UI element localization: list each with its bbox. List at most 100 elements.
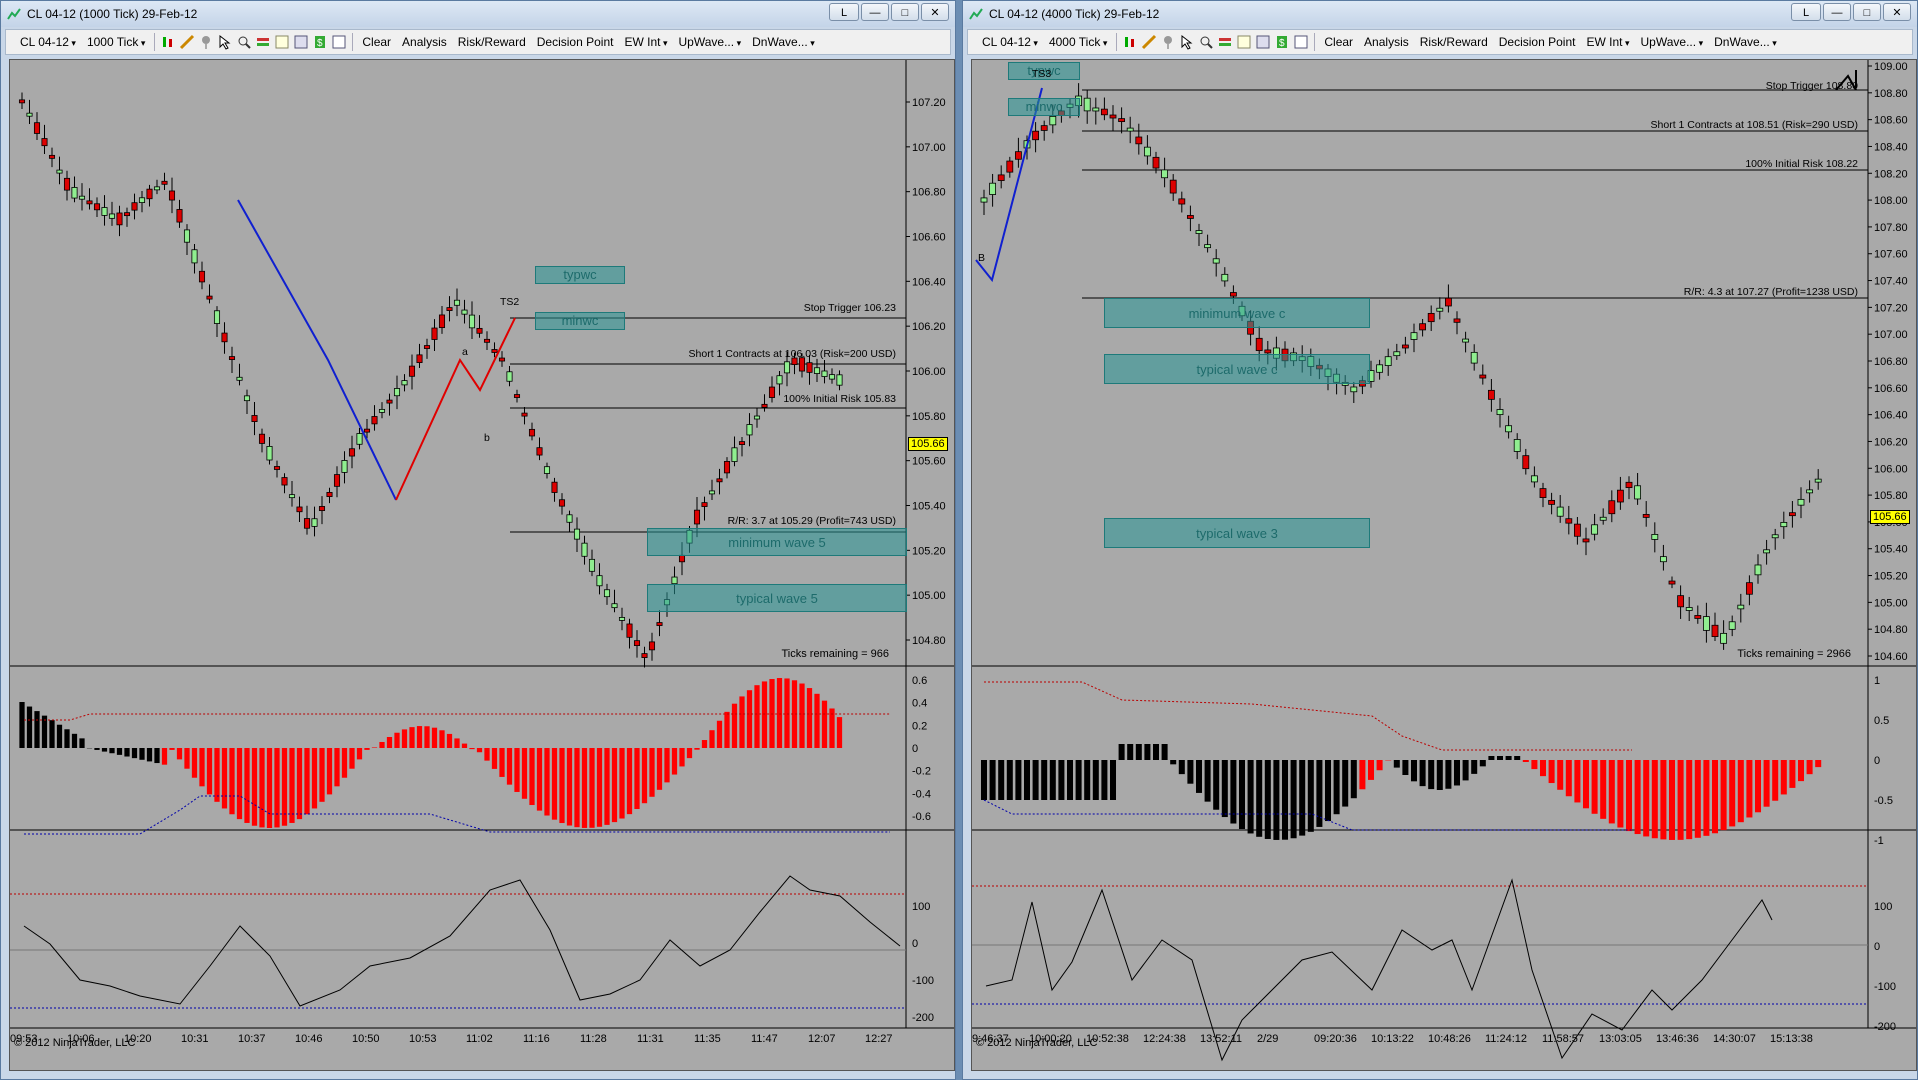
histogram-bar xyxy=(319,748,325,802)
left-chart-canvas[interactable]: 107.20 107.00 106.80 106.60 106.40 106.20 106.… xyxy=(10,60,955,1071)
ew-int-select[interactable]: EW Int xyxy=(1582,35,1633,49)
pin-icon[interactable] xyxy=(1160,34,1176,50)
maximize-icon[interactable]: □ xyxy=(1853,3,1881,21)
bar-style-icon[interactable] xyxy=(160,34,176,50)
minimize-icon[interactable]: — xyxy=(1823,3,1851,21)
osc2-tick-label: 100 xyxy=(912,901,930,913)
histogram-bar xyxy=(1109,760,1117,800)
histogram-bar xyxy=(1780,760,1787,795)
risk-reward-button[interactable]: Risk/Reward xyxy=(454,35,530,49)
histogram-bar xyxy=(184,748,190,769)
zoom-icon[interactable] xyxy=(1198,34,1214,50)
clear-button[interactable]: Clear xyxy=(358,35,395,49)
histogram-bar xyxy=(79,738,85,748)
drawing-tool-icon[interactable] xyxy=(179,34,195,50)
data-box-icon[interactable] xyxy=(1293,34,1309,50)
dollar-icon[interactable]: $ xyxy=(1274,34,1290,50)
period-select[interactable]: 1000 Tick xyxy=(83,35,149,49)
time-tick-label: 11:35 xyxy=(694,1033,721,1045)
candle xyxy=(1659,556,1667,563)
price-tick-label: 106.60 xyxy=(912,232,946,244)
decision-point-button[interactable]: Decision Point xyxy=(1495,35,1580,49)
minimize-icon[interactable]: — xyxy=(861,3,889,21)
clear-button[interactable]: Clear xyxy=(1320,35,1357,49)
instrument-select[interactable]: CL 04-12 xyxy=(16,35,80,49)
properties-icon[interactable] xyxy=(1255,34,1271,50)
close-icon[interactable]: ✕ xyxy=(921,3,949,21)
dnwave-select[interactable]: DnWave... xyxy=(1710,35,1781,49)
risk-reward-button[interactable]: Risk/Reward xyxy=(1416,35,1492,49)
analysis-button[interactable]: Analysis xyxy=(398,35,451,49)
histogram-bar xyxy=(998,760,1005,800)
candle xyxy=(378,408,386,413)
candle xyxy=(1556,506,1564,517)
indicators-icon[interactable] xyxy=(255,34,271,50)
strategies-icon[interactable] xyxy=(274,34,290,50)
histogram-bar xyxy=(1187,760,1194,784)
data-box-icon[interactable] xyxy=(331,34,347,50)
candle xyxy=(1548,499,1556,505)
price-tick-label: 108.20 xyxy=(1874,168,1908,180)
candle xyxy=(408,365,416,377)
candle xyxy=(566,514,573,523)
candle xyxy=(618,617,626,621)
properties-icon[interactable] xyxy=(293,34,309,50)
candle xyxy=(1100,108,1108,116)
left-titlebar[interactable]: CL 04-12 (1000 Tick) 29-Feb-12 L — □ ✕ xyxy=(1,1,955,27)
histogram-bar xyxy=(649,748,655,797)
histogram-bar xyxy=(671,748,678,775)
link-button[interactable]: L xyxy=(829,3,859,21)
histogram-bar xyxy=(1170,760,1177,765)
cursor-icon[interactable] xyxy=(217,34,233,50)
cursor-icon[interactable] xyxy=(1179,34,1195,50)
zoom-icon[interactable] xyxy=(236,34,252,50)
histogram-bar xyxy=(559,748,565,824)
right-titlebar[interactable]: CL 04-12 (4000 Tick) 29-Feb-12 L — □ ✕ xyxy=(963,1,1917,27)
candle xyxy=(206,295,213,300)
drawing-tool-icon[interactable] xyxy=(1141,34,1157,50)
dnwave-select[interactable]: DnWave... xyxy=(748,35,819,49)
histogram-bar xyxy=(469,748,475,750)
histogram-bar xyxy=(1711,760,1719,834)
upwave-select[interactable]: UpWave... xyxy=(1637,35,1708,49)
histogram-bar xyxy=(1694,760,1701,838)
pin-icon[interactable] xyxy=(198,34,214,50)
candle xyxy=(1178,198,1186,205)
candle xyxy=(980,197,988,203)
histogram-bar xyxy=(836,717,843,748)
close-icon[interactable]: ✕ xyxy=(1883,3,1911,21)
price-tick-label: 104.60 xyxy=(1874,651,1908,663)
strategies-icon[interactable] xyxy=(1236,34,1252,50)
histogram-bar xyxy=(716,720,723,748)
ew-int-select[interactable]: EW Int xyxy=(620,35,671,49)
maximize-icon[interactable]: □ xyxy=(891,3,919,21)
decision-point-button[interactable]: Decision Point xyxy=(533,35,618,49)
link-button[interactable]: L xyxy=(1791,3,1821,21)
left-chart-area[interactable]: 107.20 107.00 106.80 106.60 106.40 106.20 106.… xyxy=(9,59,955,1071)
histogram-bar xyxy=(544,748,550,816)
candle xyxy=(528,428,536,437)
histogram-bar xyxy=(1376,760,1383,771)
indicators-icon[interactable] xyxy=(1217,34,1233,50)
histogram-bar xyxy=(326,748,333,795)
histogram-bar xyxy=(206,748,213,795)
histogram-bar xyxy=(1436,760,1443,790)
period-select[interactable]: 4000 Tick xyxy=(1045,35,1111,49)
histogram-bar xyxy=(454,738,460,748)
instrument-select[interactable]: CL 04-12 xyxy=(978,35,1042,49)
candle xyxy=(1221,273,1229,282)
histogram-bar xyxy=(514,748,520,792)
chart-app-icon xyxy=(7,8,21,20)
bar-style-icon[interactable] xyxy=(1122,34,1138,50)
upwave-select[interactable]: UpWave... xyxy=(675,35,746,49)
analysis-button[interactable]: Analysis xyxy=(1360,35,1413,49)
dollar-icon[interactable]: $ xyxy=(312,34,328,50)
histogram-bar xyxy=(776,678,783,748)
right-chart-canvas[interactable]: 109.00 108.80 108.60 108.40 108.20 108.00 107.… xyxy=(972,60,1917,1071)
cursor-pointer-icon xyxy=(1835,70,1857,91)
candle xyxy=(1006,160,1014,173)
osc2-tick-label: -200 xyxy=(912,1012,934,1024)
candle xyxy=(693,509,701,525)
price-tick-label: 104.80 xyxy=(912,635,946,647)
right-chart-area[interactable]: 109.00 108.80 108.60 108.40 108.20 108.00 107.… xyxy=(971,59,1917,1071)
